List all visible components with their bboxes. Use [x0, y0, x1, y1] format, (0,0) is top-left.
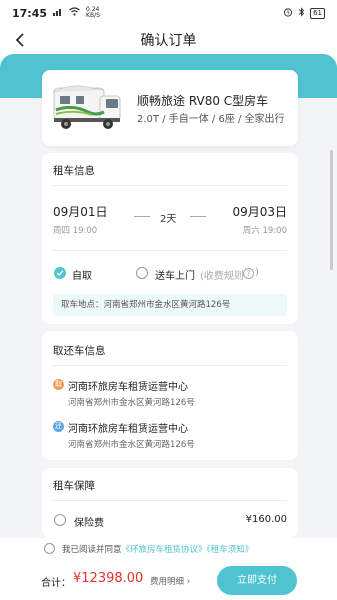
- total-label: 合计：: [41, 578, 71, 589]
- rental-section-title: 租车信息: [53, 165, 95, 177]
- checkout-bar: 合计： ¥12398.00 费用明细 › 立即支付: [0, 560, 337, 600]
- chevron-right-icon: ›: [186, 577, 191, 587]
- return-tag-icon: 还: [53, 421, 64, 432]
- bluetooth-icon: [298, 6, 305, 20]
- alarm-icon: [283, 7, 293, 20]
- rv-image: [52, 82, 124, 134]
- page-title: 确认订单: [140, 33, 197, 49]
- agreement-checkbox[interactable]: [44, 543, 55, 554]
- delivery-radio[interactable]: [136, 267, 148, 279]
- divider: [53, 500, 287, 501]
- return-station-name: 河南环旅房车租赁运营中心: [68, 424, 188, 435]
- station-section-title: 取还车信息: [53, 345, 106, 357]
- scrollbar[interactable]: [330, 150, 333, 270]
- car-name: 顺畅旅途 RV80 C型房车: [137, 94, 269, 108]
- wifi-icon: [69, 7, 80, 19]
- back-arrow-icon[interactable]: [12, 31, 30, 49]
- pay-now-button[interactable]: 立即支付: [217, 566, 297, 595]
- self-pickup-label[interactable]: 自取: [72, 267, 92, 282]
- duration-line-left: [134, 216, 150, 217]
- insurance-label[interactable]: 保险费: [74, 514, 104, 529]
- end-time[interactable]: 周六 19:00: [243, 224, 287, 236]
- start-date[interactable]: 09月01日: [53, 203, 108, 220]
- agreement-bar: 我已阅读并同意《环旅房车租赁协议》《租车须知》: [0, 538, 337, 560]
- agreement-prefix: 我已阅读并同意: [62, 545, 122, 555]
- status-bar: 17:45 0.24 KB/S 61: [0, 0, 337, 26]
- fee-detail-link[interactable]: 费用明细 ›: [150, 575, 190, 587]
- signal-icon: [53, 7, 63, 19]
- rental-info-card: 租车信息 09月01日 周四 19:00 2天 09月03日 周六 19:00 …: [42, 153, 298, 324]
- pickup-location: 取车地点：河南省郑州市金水区黄河路126号: [53, 294, 287, 316]
- fee-rules-close: ): [255, 267, 259, 278]
- fee-detail-label: 费用明细: [150, 577, 185, 587]
- delivery-label[interactable]: 送车上门: [155, 267, 195, 282]
- self-pickup-radio[interactable]: [54, 267, 66, 279]
- insurance-card: 租车保障 保险费 ¥160.00: [42, 468, 298, 538]
- return-station-address: 河南省郑州市金水区黄河路126号: [68, 440, 195, 450]
- insurance-price: ¥160.00: [245, 514, 287, 525]
- car-spec: 2.0T / 手自一体 / 6座 / 全家出行: [137, 114, 285, 125]
- network-speed: 0.24 KB/S: [86, 6, 100, 19]
- end-date[interactable]: 09月03日: [232, 203, 287, 220]
- fee-rules-link[interactable]: (收费规则: [200, 267, 244, 282]
- station-info-card: 取还车信息 取 河南环旅房车租赁运营中心 河南省郑州市金水区黄河路126号 还 …: [42, 331, 298, 460]
- rental-agreement-link[interactable]: 《环旅房车租赁协议》: [122, 545, 207, 555]
- rental-notice-link[interactable]: 《租车须知》: [207, 545, 254, 555]
- pickup-tag-icon: 取: [53, 379, 64, 390]
- status-time: 17:45: [12, 6, 48, 20]
- pickup-station-address: 河南省郑州市金水区黄河路126号: [68, 398, 195, 408]
- nav-bar: 确认订单: [0, 26, 337, 54]
- help-icon[interactable]: ?: [243, 268, 254, 279]
- battery-indicator: 61: [310, 7, 325, 19]
- pickup-station-name: 河南环旅房车租赁运营中心: [68, 382, 188, 393]
- divider: [53, 365, 287, 366]
- agreement-text: 我已阅读并同意《环旅房车租赁协议》《租车须知》: [62, 543, 253, 555]
- divider: [53, 185, 287, 186]
- insurance-section-title: 租车保障: [53, 480, 95, 492]
- start-time[interactable]: 周四 19:00: [53, 224, 97, 236]
- rental-duration: 2天: [160, 214, 177, 225]
- duration-line-right: [190, 216, 206, 217]
- insurance-radio[interactable]: [54, 514, 66, 526]
- total-price: ¥12398.00: [73, 571, 144, 586]
- divider: [53, 250, 287, 251]
- car-card: 顺畅旅途 RV80 C型房车 2.0T / 手自一体 / 6座 / 全家出行: [42, 70, 298, 146]
